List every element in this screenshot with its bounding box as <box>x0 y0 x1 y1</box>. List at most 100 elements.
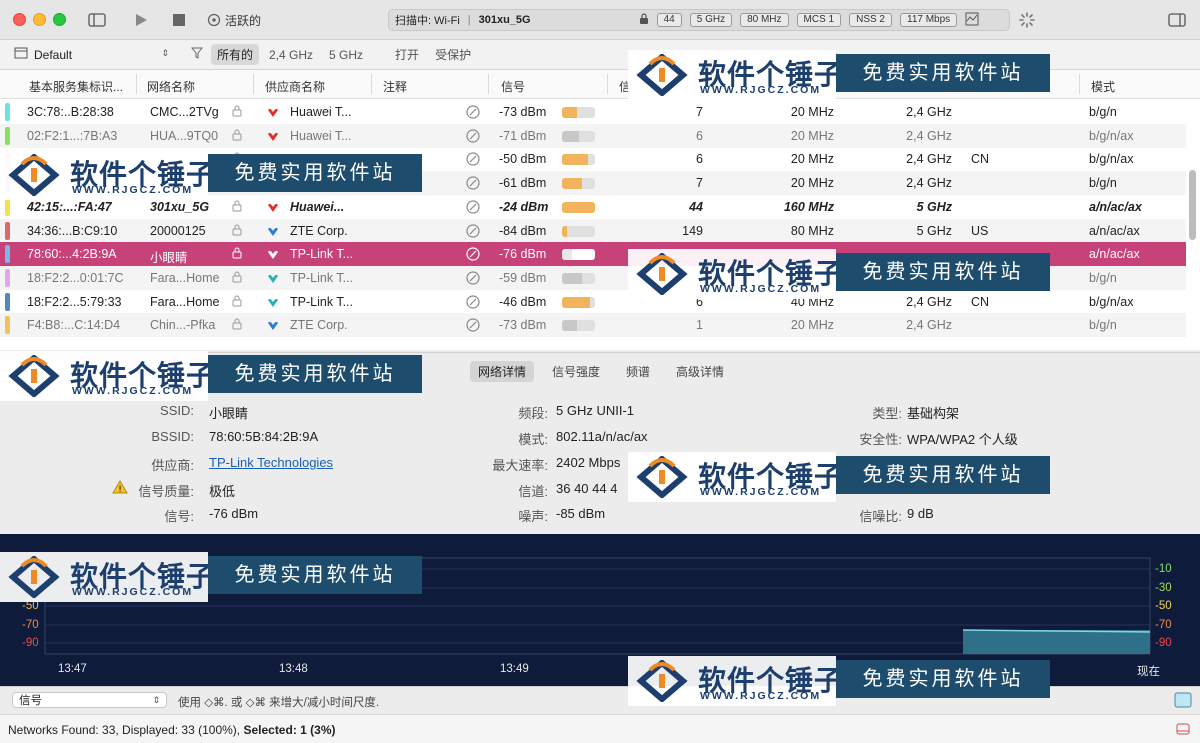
inspector-toggle-icon[interactable] <box>1168 10 1186 30</box>
column-vendor[interactable]: 供应商名称 <box>265 78 325 95</box>
detail-value-noise: -85 dBm <box>556 506 606 521</box>
filter-1[interactable]: 2,4 GHz <box>263 46 319 64</box>
note-edit-icon[interactable] <box>466 318 480 335</box>
cell-vendor: TP-Link T... <box>290 294 353 309</box>
timescale-hint: 使用 ◇⌘. 或 ◇⌘ 来增大/减小时间尺度. <box>178 697 380 709</box>
column-bssid[interactable]: 基本服务集标识... <box>29 78 123 95</box>
watermark: 软件个锤子 WWW.RJGCZ.COM 免费实用软件站 <box>628 656 1050 706</box>
column-notes[interactable]: 注释 <box>383 78 407 95</box>
watermark: 软件个锤子 WWW.RJGCZ.COM 免费实用软件站 <box>628 452 1050 502</box>
detail-value-mode: 802.11a/n/ac/ax <box>556 429 648 444</box>
details-tab-3[interactable]: 高级详情 <box>668 361 732 382</box>
watermark-slogan: 免费实用软件站 <box>836 660 1050 698</box>
status-counts: Networks Found: 33, Displayed: 33 (100%)… <box>8 723 244 737</box>
cell-channel: 7 <box>696 176 703 191</box>
cell-channel: 44 <box>689 199 703 214</box>
filter-0[interactable]: 所有的 <box>211 44 260 65</box>
note-edit-icon[interactable] <box>466 247 480 264</box>
cell-signal: -24 dBm <box>499 199 549 214</box>
note-edit-icon[interactable] <box>466 271 480 288</box>
connection-pill: NSS 2 <box>849 13 892 27</box>
table-layout-icon <box>14 47 28 62</box>
note-edit-icon[interactable] <box>466 200 480 217</box>
cell-bssid: 42:15:...:FA:47 <box>27 199 112 214</box>
column-ssid[interactable]: 网络名称 <box>147 78 195 95</box>
watermark-url: WWW.RJGCZ.COM <box>700 283 822 295</box>
cell-ssid: 301xu_5G <box>150 199 210 214</box>
watermark-url: WWW.RJGCZ.COM <box>700 690 822 702</box>
filter-3[interactable]: 打开 <box>389 44 425 65</box>
details-tab-1[interactable]: 信号强度 <box>544 361 608 382</box>
filter-2[interactable]: 5 GHz <box>323 46 369 64</box>
details-tab-0[interactable]: 网络详情 <box>470 361 535 382</box>
vendor-logo-icon <box>266 248 280 263</box>
note-edit-icon[interactable] <box>466 294 480 312</box>
cell-signal: -59 dBm <box>499 270 547 285</box>
cell-ssid: 20000125 <box>150 223 206 238</box>
cell-signal: -71 dBm <box>499 128 547 143</box>
lock-icon <box>232 247 242 262</box>
watermark-logo-icon <box>636 660 688 702</box>
watermark-logo: 软件个锤子 WWW.RJGCZ.COM <box>0 351 214 401</box>
cell-vendor: Huawei T... <box>290 105 352 119</box>
cell-width: 20 MHz <box>790 128 834 143</box>
minimize-window-button[interactable] <box>33 13 46 26</box>
cell-vendor: TP-Link T... <box>290 270 353 285</box>
cell-channel: 6 <box>696 128 703 143</box>
note-edit-icon[interactable] <box>466 129 480 146</box>
vertical-scrollbar[interactable] <box>1189 170 1196 240</box>
table-row[interactable]: 3C:78:..B:28:38 CMC...2TVg Huawei T... -73 … <box>0 100 1186 124</box>
graph-panel-icon[interactable] <box>1174 692 1192 711</box>
watermark-url: WWW.RJGCZ.COM <box>72 184 194 196</box>
details-tabs: 网络详情 信号强度 频谱 高级详情 <box>470 361 732 382</box>
cell-mode: b/g/n <box>1089 105 1117 119</box>
scan-separator: | <box>467 14 471 26</box>
signal-strength-bar <box>562 201 595 213</box>
details-tab-2[interactable]: 频谱 <box>618 361 658 382</box>
cell-mode: b/g/n/ax <box>1089 128 1134 143</box>
cell-signal: -84 dBm <box>499 223 547 238</box>
zoom-window-button[interactable] <box>53 13 66 26</box>
watermark-slogan: 免费实用软件站 <box>836 54 1050 92</box>
watermark-logo: 软件个锤子 WWW.RJGCZ.COM <box>0 150 214 200</box>
cell-signal: -61 dBm <box>499 176 547 191</box>
vendor-logo-icon <box>266 296 280 311</box>
log-panel-icon[interactable] <box>1176 723 1190 738</box>
row-color-swatch <box>5 268 10 287</box>
detail-value-bssid: 78:60:5B:84:2B:9A <box>209 429 319 444</box>
column-signal[interactable]: 信号 <box>501 78 525 95</box>
cell-mode: b/g/n/ax <box>1089 152 1134 167</box>
graph-type-select[interactable]: 信号 ⇕ <box>12 692 167 708</box>
vendor-logo-icon <box>266 319 280 334</box>
cell-bssid: 18:F2:2...5:79:33 <box>27 294 122 309</box>
watermark-logo: 软件个锤子 WWW.RJGCZ.COM <box>0 552 214 602</box>
x-tick: 13:47 <box>58 663 87 675</box>
cell-width: 20 MHz <box>790 318 834 333</box>
table-row[interactable]: 34:36:...B:C9:10 20000125 ZTE Corp. -84 dBm… <box>0 218 1186 243</box>
table-row[interactable]: F4:B8:...C:14:D4 Chin...-Pfka ZTE Corp. -73… <box>0 313 1186 338</box>
note-edit-icon[interactable] <box>466 176 480 193</box>
watermark-logo-icon <box>636 253 688 295</box>
stop-icon[interactable] <box>172 10 186 30</box>
note-edit-icon[interactable] <box>466 105 480 122</box>
detail-label-type: 类型: <box>872 406 902 421</box>
signal-strength-bar <box>562 249 595 261</box>
signal-strength-bar <box>562 272 595 284</box>
signal-graph-icon <box>965 12 979 29</box>
sidebar-toggle-icon[interactable] <box>88 10 106 30</box>
column-mode[interactable]: 模式 <box>1091 78 1115 95</box>
note-edit-icon[interactable] <box>466 152 480 169</box>
table-row[interactable]: 02:F2:1...:7B:A3 HUA...9TQ0 Huawei T... -71… <box>0 123 1186 148</box>
profile-select[interactable]: Default ⇕ <box>34 48 169 62</box>
active-scan-button[interactable]: 活跃的 <box>207 10 261 30</box>
note-edit-icon[interactable] <box>466 223 480 241</box>
watermark-logo-icon <box>8 154 60 196</box>
filter-4[interactable]: 受保护 <box>429 44 477 65</box>
cell-vendor: Huawei... <box>290 199 345 214</box>
play-icon[interactable] <box>134 10 148 30</box>
close-window-button[interactable] <box>13 13 26 26</box>
vendor-link[interactable]: TP-Link Technologies <box>209 455 333 470</box>
detail-label-quality: 信号质量: <box>138 484 194 499</box>
cell-vendor: ZTE Corp. <box>290 318 348 333</box>
filter-funnel-icon[interactable] <box>190 47 204 62</box>
